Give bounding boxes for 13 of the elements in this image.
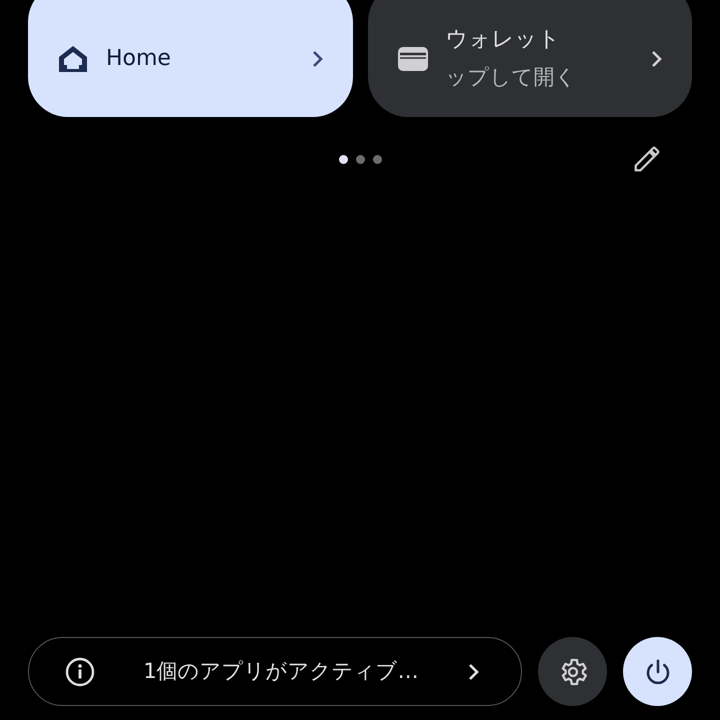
active-apps-button[interactable]: 1個のアプリがアクティブ… [28,637,522,706]
home-tile[interactable]: Home [28,0,352,117]
tile-subtitle: ップして開く [446,64,578,92]
wallet-tile[interactable]: ウォレット ップして開く [368,0,692,117]
wallet-icon [398,46,428,70]
chevron-icon [467,662,481,682]
chevron-icon [310,48,324,68]
tile-title: ウォレット [446,26,562,54]
tile-title: Home [106,45,172,73]
edit-icon[interactable] [632,144,662,174]
info-icon [65,656,95,686]
chevron-icon [650,48,664,68]
home-icon [58,44,88,72]
